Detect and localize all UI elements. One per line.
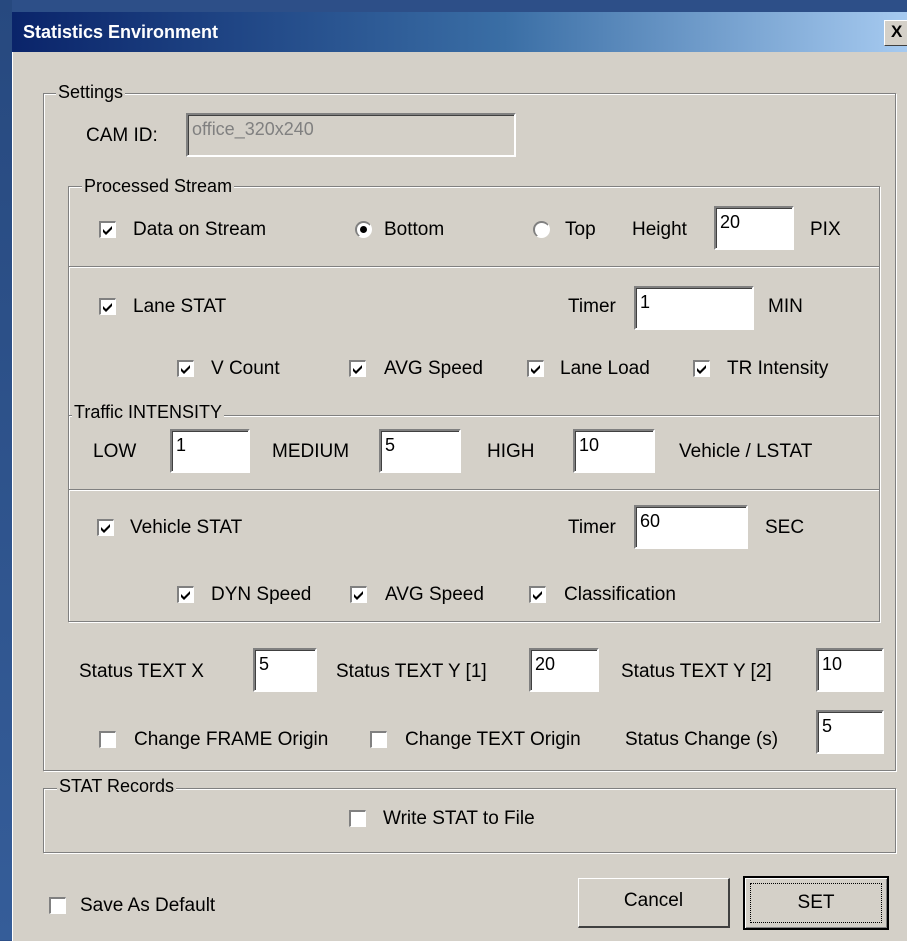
processed-stream-legend: Processed Stream [82, 176, 235, 196]
top-radio[interactable] [533, 221, 550, 238]
intensity-unit: Vehicle / LSTAT [679, 441, 813, 462]
write-stat-to-file-checkbox[interactable] [349, 810, 366, 827]
lane-load-checkbox[interactable] [527, 360, 544, 377]
medium-input[interactable]: 5 [379, 429, 461, 473]
cancel-button-label: Cancel [623, 890, 684, 911]
status-text-y2-input[interactable]: 10 [816, 648, 884, 692]
height-unit: PIX [810, 219, 841, 240]
dyn-speed-checkbox[interactable] [177, 586, 194, 603]
data-on-stream-checkbox[interactable] [99, 221, 116, 238]
lane-timer-unit: MIN [768, 296, 803, 317]
v-count-label: V Count [211, 358, 280, 379]
vehicle-timer-unit: SEC [765, 517, 805, 538]
classification-label: Classification [564, 584, 676, 605]
low-input[interactable]: 1 [170, 429, 250, 473]
dyn-speed-label: DYN Speed [211, 584, 312, 605]
check-mark-icon [353, 365, 362, 374]
vehicle-stat-checkbox[interactable] [97, 519, 114, 536]
height-label: Height [632, 219, 687, 240]
change-frame-origin-label: Change FRAME Origin [134, 729, 329, 750]
low-label: LOW [93, 441, 137, 462]
vehicle-timer-label: Timer [568, 517, 616, 538]
status-text-y1-label: Status TEXT Y [1] [336, 661, 487, 682]
change-text-origin-label: Change TEXT Origin [405, 729, 581, 750]
lane-timer-label: Timer [568, 296, 616, 317]
status-text-x-label: Status TEXT X [79, 661, 204, 682]
lane-avg-speed-label: AVG Speed [384, 358, 483, 379]
change-text-origin-checkbox[interactable] [370, 731, 387, 748]
check-mark-icon [181, 365, 190, 374]
check-mark-icon [697, 365, 706, 374]
desktop-background [0, 0, 12, 940]
vehicle-timer-input[interactable]: 60 [634, 505, 748, 549]
lane-avg-speed-checkbox[interactable] [349, 360, 366, 377]
check-mark-icon [103, 226, 112, 235]
top-radio-label: Top [565, 219, 596, 240]
vehicle-avg-speed-checkbox[interactable] [350, 586, 367, 603]
lane-stat-label: Lane STAT [133, 296, 227, 317]
classification-checkbox[interactable] [529, 586, 546, 603]
check-mark-icon [181, 591, 190, 600]
tr-intensity-checkbox[interactable] [693, 360, 710, 377]
set-button[interactable]: SET [743, 876, 889, 930]
stat-records-legend: STAT Records [57, 776, 177, 796]
status-text-y2-label: Status TEXT Y [2] [621, 661, 772, 682]
cam-id-field[interactable]: office_320x240 [186, 113, 516, 157]
settings-legend: Settings [56, 82, 126, 102]
status-change-input[interactable]: 5 [816, 710, 884, 754]
status-text-x-input[interactable]: 5 [253, 648, 317, 692]
bottom-radio-label: Bottom [384, 219, 445, 240]
status-text-y1-input[interactable]: 20 [529, 648, 599, 692]
cancel-button[interactable]: Cancel [578, 878, 730, 928]
set-button-label: SET [797, 892, 835, 913]
title-bar: Statistics Environment [12, 12, 907, 52]
check-mark-icon [354, 591, 363, 600]
high-input[interactable]: 10 [573, 429, 655, 473]
height-input[interactable]: 20 [714, 206, 794, 250]
tr-intensity-label: TR Intensity [727, 358, 829, 379]
cam-id-label: CAM ID: [86, 125, 158, 146]
lane-load-label: Lane Load [560, 358, 650, 379]
lane-stat-checkbox[interactable] [99, 298, 116, 315]
lane-timer-input[interactable]: 1 [634, 286, 754, 330]
save-as-default-label: Save As Default [80, 895, 216, 916]
check-mark-icon [101, 524, 110, 533]
close-button[interactable]: X [884, 20, 907, 46]
medium-label: MEDIUM [272, 441, 350, 462]
divider [69, 266, 879, 267]
traffic-intensity-legend: Traffic INTENSITY [72, 402, 225, 422]
write-stat-to-file-label: Write STAT to File [383, 808, 535, 829]
change-frame-origin-checkbox[interactable] [99, 731, 116, 748]
check-mark-icon [103, 303, 112, 312]
check-mark-icon [533, 591, 542, 600]
vehicle-avg-speed-label: AVG Speed [385, 584, 484, 605]
radio-selected-dot [360, 226, 367, 233]
status-change-label: Status Change (s) [625, 729, 779, 750]
close-icon: X [891, 22, 903, 41]
data-on-stream-label: Data on Stream [133, 219, 267, 240]
v-count-checkbox[interactable] [177, 360, 194, 377]
vehicle-stat-label: Vehicle STAT [130, 517, 243, 538]
check-mark-icon [531, 365, 540, 374]
save-as-default-checkbox[interactable] [49, 897, 66, 914]
bottom-radio[interactable] [355, 221, 372, 238]
window-title: Statistics Environment [23, 22, 219, 42]
high-label: HIGH [487, 441, 535, 462]
divider [69, 489, 879, 490]
